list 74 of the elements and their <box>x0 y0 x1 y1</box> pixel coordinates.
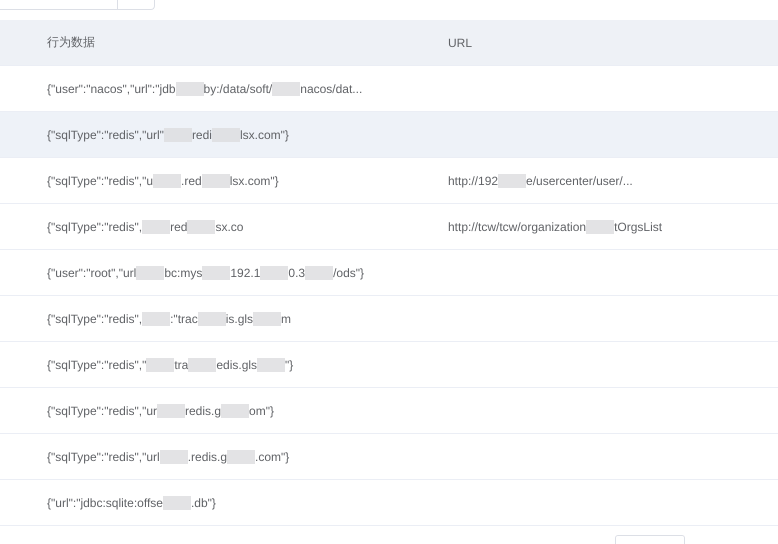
cell-text: .redis.g <box>188 450 228 464</box>
cell-text: {"url":"jdbc:sqlite:offse <box>47 496 163 510</box>
redaction-mark <box>260 266 288 280</box>
redaction-mark <box>162 496 191 510</box>
cell-text: m <box>281 312 292 326</box>
cell-text: {"sqlType":"redis","url <box>47 450 160 464</box>
redaction-mark <box>160 450 188 464</box>
cell-text: {"user":"root","url <box>47 266 136 280</box>
cell-text: .red <box>181 174 202 188</box>
redaction-mark <box>253 312 282 326</box>
redaction-mark <box>153 174 182 188</box>
table-row[interactable]: {"sqlType":"redis","ur redis.g om"} <box>0 388 778 434</box>
cell-text: om"} <box>249 404 274 418</box>
redaction-mark <box>188 358 216 372</box>
cell-text: http://tcw/tcw/organization <box>448 220 586 234</box>
redaction-mark <box>157 404 186 418</box>
redaction-mark <box>305 266 334 280</box>
redaction-mark <box>198 312 226 326</box>
redaction-mark <box>202 266 230 280</box>
redaction-mark <box>257 358 286 372</box>
cell-text: edis.gls <box>216 358 258 372</box>
table-row[interactable]: {"url":"jdbc:sqlite:offse .db"} <box>0 480 778 526</box>
column-header: 行为数据 <box>47 34 95 51</box>
redaction-mark <box>272 82 300 96</box>
cell-text: {"sqlType":"redis","u <box>47 174 154 188</box>
cell-text: sx.co <box>215 220 244 234</box>
redaction-mark <box>136 266 164 280</box>
cell-text: tra <box>174 358 188 372</box>
cell-text: 192.1 <box>230 266 260 280</box>
redaction-mark <box>142 312 170 326</box>
redaction-mark <box>202 174 230 188</box>
redaction-mark <box>146 358 174 372</box>
cell-text: /ods"} <box>333 266 364 280</box>
cell-text: by:/data/soft/ <box>204 82 272 96</box>
redaction-mark <box>142 220 170 234</box>
cell-text: "} <box>285 358 294 372</box>
cell-text: redis.g <box>185 404 222 418</box>
cell-text: lsx.com"} <box>230 174 279 188</box>
cell-text: {"user":"nacos","url":"jdb <box>47 82 176 96</box>
table-row[interactable]: {"sqlType":"redis","u .red lsx.com"} http://192 e/usercenter/user/... <box>0 158 778 204</box>
column-header: URL <box>448 36 472 50</box>
table-row[interactable]: {"sqlType":"redis", red sx.co http://tcw/tcw/organization tOrgsList <box>0 204 778 250</box>
cell-text: tOrgsList <box>614 220 662 234</box>
page-size-select[interactable] <box>615 535 685 544</box>
highlighted-row[interactable]: {"sqlType":"redis","url" redi lsx.com"} <box>0 112 778 158</box>
cell-text: {"sqlType":"redis","url" <box>47 128 164 142</box>
cell-text: http://192 <box>448 174 498 188</box>
cell-text: {"sqlType":"redis"," <box>47 358 146 372</box>
cell-text: :"trac <box>170 312 198 326</box>
cell-text: {"sqlType":"redis","ur <box>47 404 158 418</box>
cell-text: {"sqlType":"redis", <box>47 220 142 234</box>
cell-text: redi <box>192 128 212 142</box>
cell-text: is.gls <box>226 312 254 326</box>
input-field[interactable] <box>0 0 118 10</box>
redaction-mark <box>176 82 204 96</box>
redaction-mark <box>227 450 256 464</box>
table-row[interactable]: {"sqlType":"redis"," tra edis.gls "} <box>0 342 778 388</box>
cell-text: 0.3 <box>288 266 306 280</box>
redaction-mark <box>498 174 526 188</box>
table-row[interactable]: {"sqlType":"redis","url .redis.g .com"} <box>0 434 778 480</box>
table-row[interactable]: {"sqlType":"redis", :"trac is.gls m <box>0 296 778 342</box>
redaction-mark <box>187 220 216 234</box>
redaction-mark <box>221 404 250 418</box>
cell-text: .com"} <box>255 450 290 464</box>
cell-text: lsx.com"} <box>240 128 289 142</box>
cell-text: nacos/dat... <box>300 82 362 96</box>
cell-text: red <box>170 220 188 234</box>
table-row[interactable]: {"user":"root","url bc:mys 192.1 0.3 /ods"} <box>0 250 778 296</box>
cell-text: e/usercenter/user/... <box>526 174 633 188</box>
cell-text: {"sqlType":"redis", <box>47 312 142 326</box>
cell-text: .db"} <box>190 496 216 510</box>
cell-text: bc:mys <box>164 266 202 280</box>
search-button[interactable] <box>118 0 155 10</box>
redaction-mark <box>586 220 614 234</box>
